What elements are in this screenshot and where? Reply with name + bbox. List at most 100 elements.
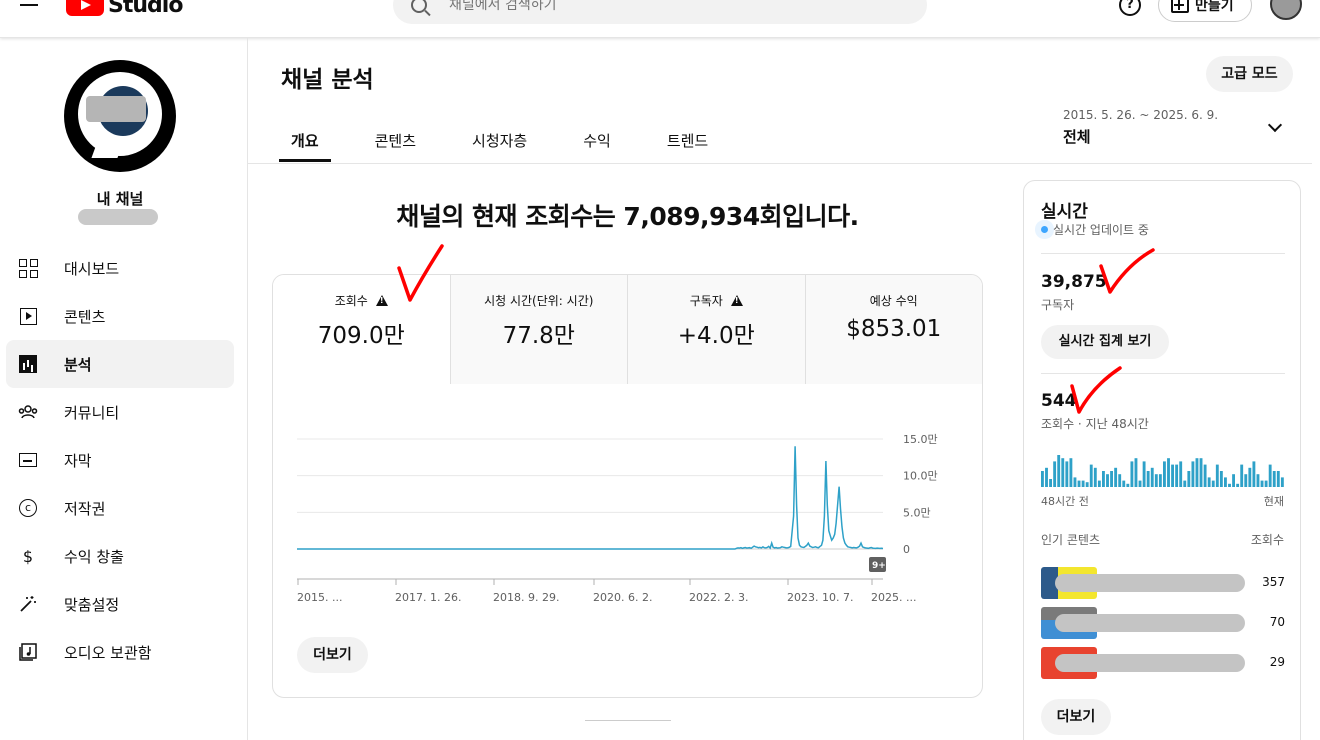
metric-watch-time[interactable]: 시청 시간(단위: 시간) 77.8만 [449,275,627,384]
realtime-bar[interactable] [1053,461,1057,487]
realtime-bar[interactable] [1236,483,1240,487]
help-icon[interactable]: ? [1119,0,1141,16]
account-avatar[interactable] [1270,0,1302,20]
realtime-bar[interactable] [1264,480,1268,487]
sidebar-item-dashboard[interactable]: 대시보드 [6,244,234,292]
tab-trends[interactable]: 트렌드 [655,118,720,162]
realtime-bar[interactable] [1122,480,1126,487]
realtime-bar-chart[interactable] [1041,451,1285,487]
popular-item[interactable]: 357 [1041,567,1285,599]
realtime-bar[interactable] [1069,458,1073,487]
tab-overview[interactable]: 개요 [279,118,331,162]
realtime-bar[interactable] [1268,464,1272,487]
create-button[interactable]: 만들기 [1158,0,1252,22]
sidebar-item-copyright[interactable]: c 저작권 [6,484,234,532]
metric-revenue[interactable]: 예상 수익 $853.01 [804,275,982,384]
sidebar-item-monetization[interactable]: $ 수익 창출 [6,532,234,580]
views-series-line[interactable] [297,446,884,550]
realtime-bar[interactable] [1041,471,1044,487]
realtime-count-button[interactable]: 실시간 집계 보기 [1041,325,1169,359]
tab-audience[interactable]: 시청자층 [460,118,539,162]
popular-item[interactable]: 70 [1041,607,1285,639]
realtime-bar[interactable] [1081,480,1085,487]
realtime-bar[interactable] [1093,467,1097,487]
realtime-bar[interactable] [1163,461,1166,487]
warning-icon[interactable] [375,295,388,306]
realtime-bar[interactable] [1045,467,1048,487]
popular-item[interactable]: 29 [1041,647,1285,679]
sidebar-item-analytics[interactable]: 분석 [6,340,234,388]
video-title-redacted[interactable] [1055,654,1245,672]
search-input[interactable] [449,0,849,13]
realtime-bar[interactable] [1195,458,1199,487]
realtime-bar[interactable] [1224,477,1227,487]
realtime-bar[interactable] [1276,471,1280,487]
realtime-bar[interactable] [1142,461,1146,487]
tab-content[interactable]: 콘텐츠 [363,118,428,162]
video-title-redacted[interactable] [1055,574,1245,592]
realtime-bar[interactable] [1065,461,1069,487]
video-title-redacted[interactable] [1055,614,1245,632]
realtime-bar[interactable] [1110,471,1113,487]
see-more-button[interactable]: 더보기 [297,637,368,673]
tab-revenue[interactable]: 수익 [571,118,623,162]
sidebar-item-content[interactable]: 콘텐츠 [6,292,234,340]
realtime-bar[interactable] [1280,477,1284,487]
realtime-bar[interactable] [1187,471,1191,487]
date-range[interactable]: 2015. 5. 26. ~ 2025. 6. 9. [1063,108,1218,122]
realtime-bar[interactable] [1089,464,1093,487]
realtime-see-more-button[interactable]: 더보기 [1041,699,1111,735]
realtime-bar[interactable] [1199,458,1203,487]
realtime-bar[interactable] [1272,471,1276,487]
realtime-bar[interactable] [1077,480,1081,487]
realtime-bar[interactable] [1134,458,1138,487]
realtime-bar[interactable] [1138,480,1142,487]
sidebar-item-audio-library[interactable]: 오디오 보관함 [6,628,234,676]
realtime-bar[interactable] [1126,483,1130,487]
realtime-bar[interactable] [1232,474,1235,487]
sidebar-item-subtitles[interactable]: 자막 [6,436,234,484]
realtime-bar[interactable] [1252,461,1256,487]
realtime-bar[interactable] [1175,464,1179,487]
advanced-mode-button[interactable]: 고급 모드 [1206,56,1293,92]
realtime-bar[interactable] [1097,480,1101,487]
search-bar[interactable] [393,0,927,24]
search-icon[interactable] [411,0,427,13]
realtime-bar[interactable] [1244,474,1248,487]
realtime-bar[interactable] [1183,480,1187,487]
realtime-bar[interactable] [1049,479,1052,487]
realtime-bar[interactable] [1150,467,1154,487]
realtime-bar[interactable] [1118,474,1122,487]
realtime-bar[interactable] [1260,480,1264,487]
realtime-bar[interactable] [1085,482,1089,487]
realtime-bar[interactable] [1207,477,1211,487]
realtime-bar[interactable] [1167,458,1170,487]
realtime-bar[interactable] [1191,461,1195,487]
realtime-bar[interactable] [1154,474,1158,487]
chevron-down-icon[interactable] [1267,117,1283,133]
realtime-bar[interactable] [1057,455,1061,487]
views-chart[interactable]: 15.0만 10.0만 5.0만 0 2015. ... 2017. 1. 26. 2018… [297,425,957,615]
realtime-bar[interactable] [1130,461,1134,487]
realtime-bar[interactable] [1203,464,1207,487]
realtime-bar[interactable] [1158,474,1162,487]
realtime-bar[interactable] [1073,477,1077,487]
realtime-bar[interactable] [1248,467,1252,487]
studio-logo[interactable]: Studio [66,0,183,18]
menu-icon[interactable] [20,0,40,10]
realtime-bar[interactable] [1106,474,1109,487]
date-period-label[interactable]: 전체 [1063,126,1091,147]
realtime-bar[interactable] [1179,461,1183,487]
warning-icon[interactable] [730,295,743,306]
realtime-bar[interactable] [1102,471,1105,487]
realtime-bar[interactable] [1215,464,1219,487]
channel-avatar[interactable] [64,60,176,172]
realtime-bar[interactable] [1256,474,1260,487]
metric-subscribers[interactable]: 구독자 +4.0만 [627,275,805,384]
realtime-bar[interactable] [1146,471,1150,487]
sidebar-item-community[interactable]: 커뮤니티 [6,388,234,436]
realtime-bar[interactable] [1219,471,1223,487]
realtime-bar[interactable] [1240,464,1244,487]
realtime-bar[interactable] [1061,458,1065,487]
sidebar-item-customization[interactable]: 맞춤설정 [6,580,234,628]
